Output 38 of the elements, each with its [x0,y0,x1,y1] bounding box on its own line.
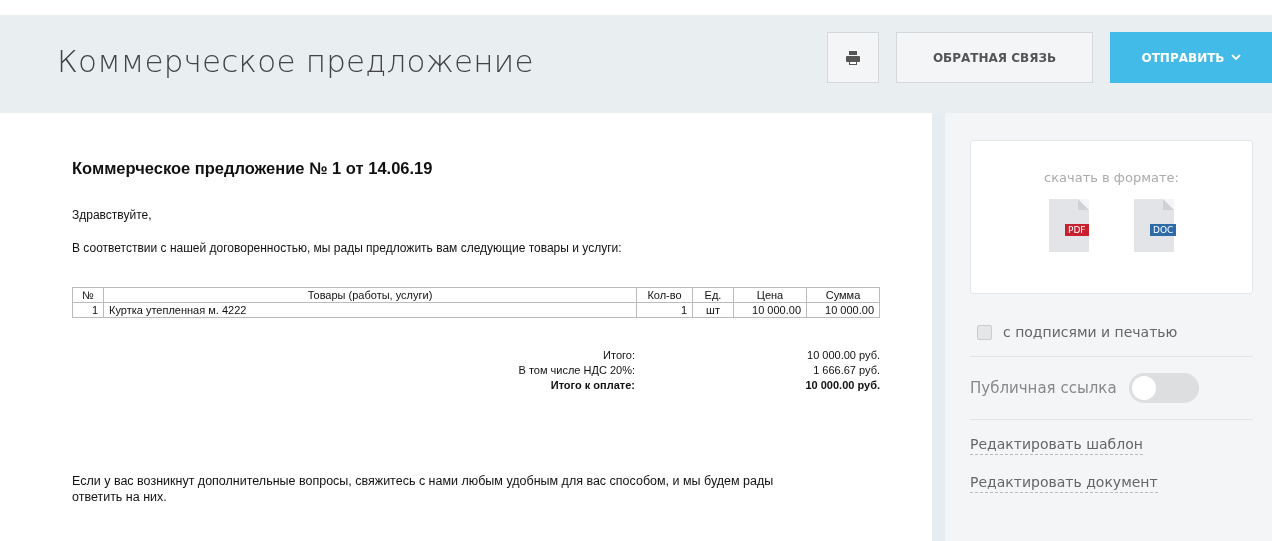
checkbox-label: с подписями и печатью [1003,324,1178,340]
file-download-icon[interactable]: DOC [1134,199,1174,252]
total-label: Итого к оплате: [549,378,635,393]
greeting-text: Здравствуйте, [72,208,153,222]
format-tag: DOC [1150,224,1177,236]
table-cell: 10 000.00 [806,302,880,318]
table-cell: 1 [636,302,693,318]
print-button[interactable] [827,32,879,83]
edit-link[interactable]: Редактировать шаблон [970,436,1143,455]
format-tag: PDF [1065,224,1089,236]
column-header: Цена [733,287,807,303]
checkbox[interactable] [977,324,992,340]
total-value: 1 666.67 руб. [812,363,880,378]
printer-icon [845,49,861,66]
chevron-down-icon [1230,54,1241,61]
column-header: Кол-во [636,287,693,303]
table-cell: 1 [72,302,104,318]
total-label: Итого: [602,348,635,363]
document-heading: Коммерческое предложение № 1 от 14.06.19 [72,159,434,178]
toggle-switch[interactable] [1128,373,1199,403]
public-link-label: Публичная ссылка [970,379,1117,397]
total-label: В том числе НДС 20%: [517,363,635,378]
table-cell: 10 000.00 [733,302,807,318]
table-cell: шт [692,302,734,318]
total-value: 10 000.00 руб. [806,348,880,363]
closing-text: Если у вас возникнут дополнительные вопросы, свяжитесь с нами любым удобным для вас способом, и мы будем рады ответить на них. [72,473,775,505]
file-download-icon[interactable]: PDF [1049,199,1089,252]
table-cell: Куртка утепленная м. 4222 [103,302,637,318]
intro-text: В соответствии с нашей договоренностью, мы рады предложить вам следующие товары и услуги: [72,241,623,255]
feedback-button[interactable]: ОБРАТНАЯ СВЯЗЬ [896,32,1093,83]
total-value: 10 000.00 руб. [804,378,880,393]
download-label: скачать в формате: [1043,170,1180,185]
column-header: Сумма [806,287,880,303]
page-title: Коммерческое предложение [57,43,534,79]
edit-link[interactable]: Редактировать документ [970,474,1158,493]
column-header: Товары (работы, услуги) [103,287,637,303]
column-header: Ед. [692,287,734,303]
column-header: № [72,287,104,303]
